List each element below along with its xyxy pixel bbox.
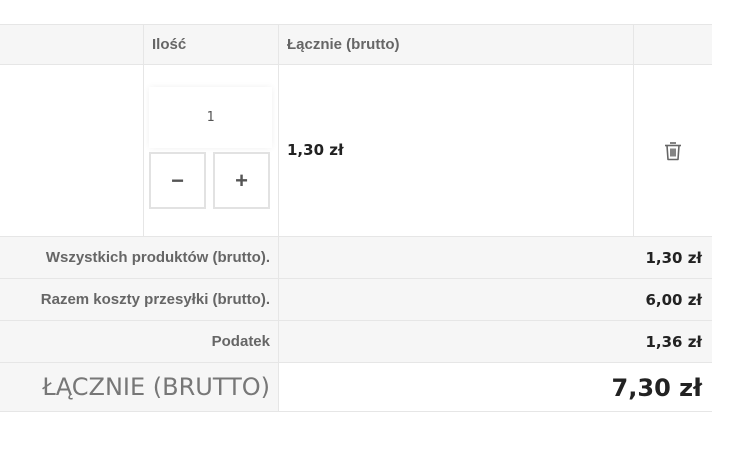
header-total: Łącznie (brutto) bbox=[287, 36, 400, 53]
summary-shipping-row: Razem koszty przesyłki (brutto). 6,00 zł bbox=[0, 279, 712, 321]
summary-grand-total-row: ŁĄCZNIE (BRUTTO) 7,30 zł bbox=[0, 363, 712, 411]
trash-icon[interactable] bbox=[661, 139, 685, 163]
summary-tax-row: Podatek 1,36 zł bbox=[0, 321, 712, 363]
summary-shipping-label: Razem koszty przesyłki (brutto). bbox=[40, 291, 270, 308]
column-divider bbox=[278, 321, 279, 362]
increase-quantity-button[interactable]: + bbox=[213, 152, 270, 209]
column-divider bbox=[143, 65, 144, 236]
decrease-quantity-button[interactable]: − bbox=[149, 152, 206, 209]
column-divider bbox=[278, 279, 279, 320]
column-divider bbox=[633, 25, 634, 64]
column-divider bbox=[278, 237, 279, 278]
quantity-input[interactable]: 1 bbox=[149, 87, 272, 148]
column-divider bbox=[278, 363, 279, 411]
column-divider bbox=[278, 65, 279, 236]
summary-products-value: 1,30 zł bbox=[645, 249, 702, 267]
header-quantity: Ilość bbox=[152, 36, 187, 53]
grand-total-value: 7,30 zł bbox=[611, 374, 702, 402]
column-divider bbox=[633, 65, 634, 236]
summary-products-label: Wszystkich produktów (brutto). bbox=[45, 249, 270, 266]
cart-header-row: Ilość Łącznie (brutto) bbox=[0, 25, 712, 65]
cart-table: Ilość Łącznie (brutto) 1 − + 1,30 zł Wsz… bbox=[0, 24, 712, 412]
cart-item-row: 1 − + 1,30 zł bbox=[0, 65, 712, 237]
item-line-total: 1,30 zł bbox=[287, 141, 344, 159]
summary-products-row: Wszystkich produktów (brutto). 1,30 zł bbox=[0, 237, 712, 279]
summary-tax-label: Podatek bbox=[211, 333, 270, 350]
summary-shipping-value: 6,00 zł bbox=[645, 291, 702, 309]
column-divider bbox=[278, 25, 279, 64]
summary-tax-value: 1,36 zł bbox=[645, 333, 702, 351]
grand-total-label: ŁĄCZNIE (BRUTTO) bbox=[42, 373, 270, 401]
column-divider bbox=[143, 25, 144, 64]
